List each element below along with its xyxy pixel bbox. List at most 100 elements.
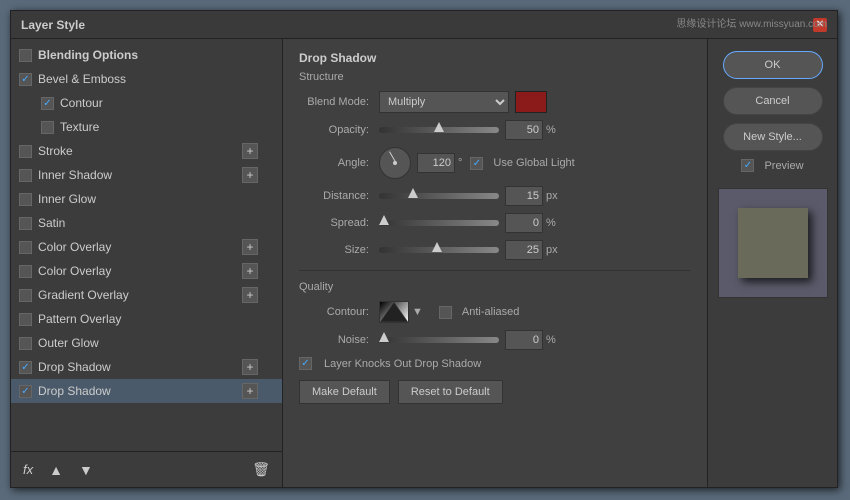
- spread-input[interactable]: [505, 213, 543, 233]
- layer-knocks-out-label: Layer Knocks Out Drop Shadow: [324, 358, 481, 370]
- noise-row: Noise: %: [299, 330, 691, 350]
- opacity-label: Opacity:: [299, 124, 379, 136]
- ok-button[interactable]: OK: [723, 51, 823, 79]
- sidebar-item-color-overlay-2[interactable]: Color Overlay +: [11, 259, 282, 283]
- spread-unit: %: [546, 217, 556, 229]
- opacity-input[interactable]: [505, 120, 543, 140]
- checkbox-outer-glow[interactable]: [19, 337, 32, 350]
- checkbox-inner-shadow[interactable]: [19, 169, 32, 182]
- spread-thumb[interactable]: [379, 215, 389, 225]
- checkbox-inner-glow[interactable]: [19, 193, 32, 206]
- opacity-slider[interactable]: [379, 127, 499, 133]
- opacity-thumb[interactable]: [434, 122, 444, 132]
- distance-thumb[interactable]: [408, 188, 418, 198]
- spread-slider[interactable]: [379, 220, 499, 226]
- anti-aliased-label[interactable]: Anti-aliased: [439, 306, 519, 319]
- size-label: Size:: [299, 244, 379, 256]
- contour-label: Contour:: [299, 306, 379, 318]
- divider: [299, 270, 691, 271]
- distance-slider[interactable]: [379, 193, 499, 199]
- preview-row: Preview: [741, 159, 803, 172]
- use-global-light-label[interactable]: Use Global Light: [470, 157, 574, 170]
- sidebar-item-blending-options[interactable]: Blending Options: [11, 43, 282, 67]
- sidebar-item-drop-shadow-2[interactable]: Drop Shadow +: [11, 379, 282, 403]
- contour-preview[interactable]: [379, 301, 409, 323]
- noise-slider[interactable]: [379, 337, 499, 343]
- add-gradient-overlay-button[interactable]: +: [242, 287, 258, 303]
- opacity-unit: %: [546, 124, 556, 136]
- checkbox-texture[interactable]: [41, 121, 54, 134]
- add-drop-shadow-2-button[interactable]: +: [242, 383, 258, 399]
- size-slider[interactable]: [379, 247, 499, 253]
- contour-dropdown-arrow[interactable]: ▼: [412, 306, 423, 318]
- blend-mode-select[interactable]: Multiply Normal Screen Overlay: [379, 91, 509, 113]
- sidebar-item-gradient-overlay[interactable]: Gradient Overlay +: [11, 283, 282, 307]
- preview-area: [718, 188, 828, 298]
- checkbox-satin[interactable]: [19, 217, 32, 230]
- preview-checkbox[interactable]: [741, 159, 754, 172]
- contour-row: Contour: ▼ Anti-aliased: [299, 301, 691, 323]
- shadow-color-swatch[interactable]: [515, 91, 547, 113]
- middle-panel: Drop Shadow Structure Blend Mode: Multip…: [283, 39, 707, 487]
- sidebar-item-stroke[interactable]: Stroke +: [11, 139, 282, 163]
- sidebar-item-contour[interactable]: Contour: [11, 91, 282, 115]
- checkbox-contour[interactable]: [41, 97, 54, 110]
- angle-label: Angle:: [299, 157, 379, 169]
- checkbox-color-overlay-1[interactable]: [19, 241, 32, 254]
- checkbox-gradient-overlay[interactable]: [19, 289, 32, 302]
- distance-unit: px: [546, 190, 558, 202]
- sidebar-item-drop-shadow-1[interactable]: Drop Shadow +: [11, 355, 282, 379]
- angle-dial[interactable]: [379, 147, 411, 179]
- sidebar-item-pattern-overlay[interactable]: Pattern Overlay: [11, 307, 282, 331]
- reset-to-default-button[interactable]: Reset to Default: [398, 380, 503, 404]
- sidebar-item-inner-glow[interactable]: Inner Glow: [11, 187, 282, 211]
- distance-label: Distance:: [299, 190, 379, 202]
- angle-needle: [389, 151, 396, 162]
- anti-aliased-checkbox[interactable]: [439, 306, 452, 319]
- add-inner-shadow-button[interactable]: +: [242, 167, 258, 183]
- spread-label: Spread:: [299, 217, 379, 229]
- checkbox-blending-options[interactable]: [19, 49, 32, 62]
- add-color-overlay-1-button[interactable]: +: [242, 239, 258, 255]
- size-input[interactable]: [505, 240, 543, 260]
- add-drop-shadow-1-button[interactable]: +: [242, 359, 258, 375]
- add-color-overlay-2-button[interactable]: +: [242, 263, 258, 279]
- bottom-actions: Make Default Reset to Default: [299, 380, 691, 404]
- title-bar: Layer Style 思缘设计论坛 www.missyuan.com ✕: [11, 11, 837, 39]
- fx-button[interactable]: fx: [19, 460, 37, 479]
- move-up-button[interactable]: ▲: [45, 460, 67, 480]
- sidebar-item-satin[interactable]: Satin: [11, 211, 282, 235]
- checkbox-stroke[interactable]: [19, 145, 32, 158]
- sidebar-item-texture[interactable]: Texture: [11, 115, 282, 139]
- distance-row: Distance: px: [299, 186, 691, 206]
- sidebar-item-color-overlay-1[interactable]: Color Overlay +: [11, 235, 282, 259]
- size-thumb[interactable]: [432, 242, 442, 252]
- sidebar-item-outer-glow[interactable]: Outer Glow: [11, 331, 282, 355]
- spread-row: Spread: %: [299, 213, 691, 233]
- use-global-light-checkbox[interactable]: [470, 157, 483, 170]
- checkbox-color-overlay-2[interactable]: [19, 265, 32, 278]
- layer-list: Blending Options Bevel & Emboss Contour …: [11, 39, 282, 451]
- noise-input[interactable]: [505, 330, 543, 350]
- left-panel-footer: fx ▲ ▼ 🗑: [11, 451, 282, 487]
- checkbox-drop-shadow-2[interactable]: [19, 385, 32, 398]
- delete-button[interactable]: 🗑: [248, 459, 274, 480]
- move-down-button[interactable]: ▼: [75, 460, 97, 480]
- checkbox-drop-shadow-1[interactable]: [19, 361, 32, 374]
- size-row: Size: px: [299, 240, 691, 260]
- checkbox-pattern-overlay[interactable]: [19, 313, 32, 326]
- make-default-button[interactable]: Make Default: [299, 380, 390, 404]
- opacity-row: Opacity: %: [299, 120, 691, 140]
- layer-knocks-out-checkbox[interactable]: [299, 357, 312, 370]
- add-stroke-button[interactable]: +: [242, 143, 258, 159]
- sidebar-item-inner-shadow[interactable]: Inner Shadow +: [11, 163, 282, 187]
- dialog-title: Layer Style: [21, 18, 85, 32]
- new-style-button[interactable]: New Style...: [723, 123, 823, 151]
- angle-input[interactable]: [417, 153, 455, 173]
- noise-thumb[interactable]: [379, 332, 389, 342]
- sidebar-item-bevel-emboss[interactable]: Bevel & Emboss: [11, 67, 282, 91]
- cancel-button[interactable]: Cancel: [723, 87, 823, 115]
- angle-row: Angle: ° Use Global Light: [299, 147, 691, 179]
- distance-input[interactable]: [505, 186, 543, 206]
- checkbox-bevel-emboss[interactable]: [19, 73, 32, 86]
